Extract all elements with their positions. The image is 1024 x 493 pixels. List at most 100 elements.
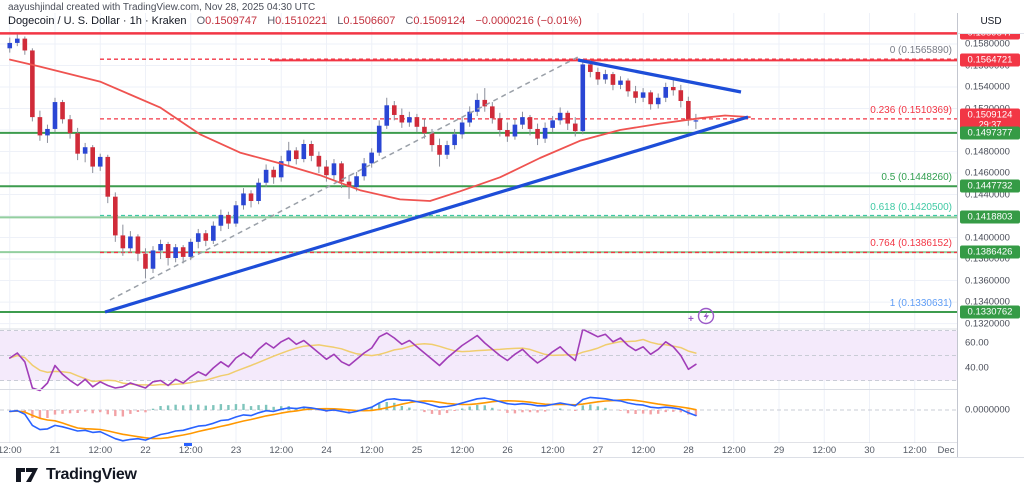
candle-down — [679, 90, 684, 101]
open-label: O — [197, 15, 206, 27]
macd-histogram-bar — [386, 402, 388, 410]
candle-up — [460, 122, 465, 134]
candle-up — [332, 163, 337, 175]
macd-histogram-bar — [559, 409, 561, 411]
time-axis-label: 26 — [502, 445, 513, 456]
price-axis-label: 0.1460000 — [965, 168, 1010, 179]
macd-histogram-bar — [159, 406, 161, 410]
candle-down — [498, 118, 503, 130]
macd-histogram-bar — [544, 410, 546, 412]
macd-histogram-bar — [665, 410, 667, 412]
candle-up — [45, 129, 50, 135]
price-axis-label: 0.1540000 — [965, 82, 1010, 93]
time-axis-label: 29 — [774, 445, 785, 456]
candle-up — [302, 144, 307, 159]
candle-up — [128, 236, 133, 248]
time-axis-label: 28 — [683, 445, 694, 456]
chart-canvas[interactable] — [0, 0, 957, 443]
time-axis[interactable]: 12:002112:002212:002312:002412:002512:00… — [0, 443, 957, 457]
candle-down — [392, 105, 397, 115]
macd-histogram-bar — [54, 410, 56, 415]
price-axis[interactable]: USD 0.15800000.15600000.15400000.1520000… — [957, 13, 1024, 457]
candle-down — [430, 133, 435, 145]
fib-label: 0.618 (0.1420500) — [870, 202, 952, 213]
macd-histogram-bar — [69, 410, 71, 413]
macd-histogram-bar — [657, 410, 659, 414]
time-axis-label: 12:00 — [541, 445, 565, 456]
time-axis-label: 12:00 — [88, 445, 112, 456]
candle-down — [166, 244, 171, 258]
candle-up — [211, 226, 216, 241]
macd-histogram-bar — [574, 410, 576, 411]
low-value: 0.1506607 — [343, 15, 395, 27]
candle-down — [415, 117, 420, 127]
candle-down — [317, 156, 322, 167]
macd-histogram-bar — [227, 405, 229, 410]
change-value: −0.0000216 (−0.01%) — [475, 15, 581, 27]
candle-down — [626, 81, 631, 92]
candle-down — [75, 133, 80, 153]
candle-down — [324, 167, 329, 176]
macd-histogram-bar — [84, 410, 86, 412]
macd-histogram-bar — [401, 406, 403, 410]
macd-histogram-bar — [182, 405, 184, 410]
candle-up — [452, 134, 457, 145]
candle-up — [663, 87, 668, 98]
price-badge: 0.1418803 — [960, 211, 1020, 224]
macd-histogram-bar — [174, 405, 176, 410]
time-axis-label: 12:00 — [812, 445, 836, 456]
candle-up — [7, 43, 12, 48]
macd-line — [10, 397, 696, 440]
macd-histogram-bar — [521, 410, 523, 412]
candle-up — [558, 113, 563, 121]
macd-histogram-bar — [536, 410, 538, 413]
macd-histogram-bar — [642, 410, 644, 414]
candle-up — [234, 205, 239, 223]
candle-down — [181, 247, 186, 257]
candle-down — [528, 117, 533, 129]
candle-up — [158, 244, 163, 250]
time-axis-label: Dec — [938, 445, 955, 456]
candle-up — [354, 176, 359, 187]
candle-up — [151, 250, 156, 268]
tradingview-logo[interactable]: TradingView — [16, 466, 137, 484]
time-axis-label: 25 — [412, 445, 423, 456]
macd-histogram-bar — [272, 407, 274, 410]
candle-up — [173, 247, 178, 258]
price-axis-label: 0.1580000 — [965, 39, 1010, 50]
macd-histogram-bar — [484, 405, 486, 410]
macd-histogram-bar — [114, 410, 116, 416]
trendline-uptrend[interactable] — [105, 117, 748, 312]
macd-histogram-bar — [423, 410, 425, 412]
macd-histogram-bar — [242, 404, 244, 410]
candle-up — [264, 170, 269, 183]
macd-histogram-bar — [257, 405, 259, 410]
macd-histogram-bar — [235, 404, 237, 410]
candle-down — [588, 64, 593, 72]
candle-down — [671, 87, 676, 90]
macd-histogram-bar — [190, 405, 192, 410]
time-axis-label: 12:00 — [631, 445, 655, 456]
macd-histogram-bar — [506, 410, 508, 413]
symbol-title[interactable]: Dogecoin / U. S. Dollar · 1h · Kraken — [8, 15, 187, 27]
currency-label[interactable]: USD — [958, 13, 1024, 34]
macd-histogram-bar — [438, 410, 440, 415]
high-label: H — [267, 15, 275, 27]
candle-up — [256, 183, 261, 201]
open-value: 0.1509747 — [205, 15, 257, 27]
macd-histogram-bar — [461, 409, 463, 411]
candle-down — [573, 124, 578, 132]
macd-histogram-bar — [627, 410, 629, 413]
fib-label: 0.236 (0.1510369) — [870, 105, 952, 116]
time-axis-label: 22 — [140, 445, 151, 456]
macd-histogram-bar — [672, 410, 674, 412]
macd-histogram-bar — [529, 410, 531, 412]
candle-up — [219, 215, 224, 226]
symbol-legend[interactable]: Dogecoin / U. S. Dollar · 1h · Kraken O0… — [8, 15, 582, 27]
candle-up — [580, 64, 585, 131]
macd-histogram-bar — [453, 410, 455, 411]
macd-histogram-bar — [99, 410, 101, 412]
macd-histogram-bar — [122, 410, 124, 417]
macd-histogram-bar — [582, 405, 584, 410]
candle-up — [641, 92, 646, 97]
